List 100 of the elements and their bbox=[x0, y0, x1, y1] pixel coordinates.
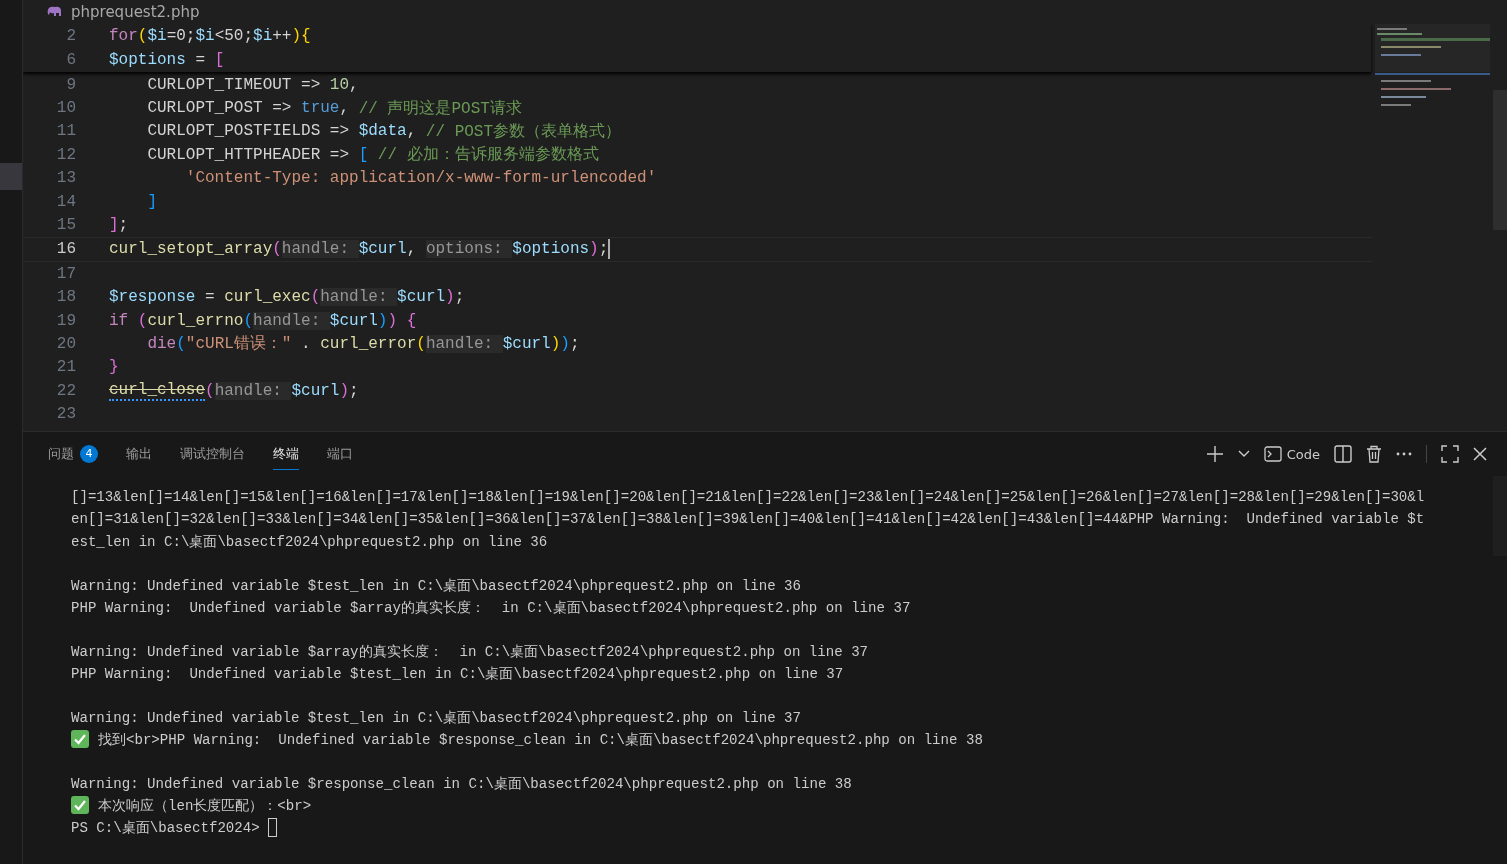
code-bracket: ) bbox=[550, 335, 561, 353]
panel-tab[interactable]: 问题 4 bbox=[48, 438, 98, 470]
code-bracket: ( bbox=[416, 335, 426, 353]
code-bracket: ( bbox=[310, 288, 321, 307]
line-number: 16 bbox=[55, 240, 76, 259]
line-number: 14 bbox=[55, 192, 76, 211]
code-bracket: ) bbox=[445, 288, 455, 307]
code-text: <50; bbox=[214, 27, 254, 45]
code-comment: // 声明这是POST请求 bbox=[358, 98, 522, 119]
line-number: 10 bbox=[55, 99, 76, 118]
terminal-button[interactable]: Code bbox=[1263, 446, 1320, 462]
panel-tab[interactable]: 终端 bbox=[273, 438, 299, 470]
code-text: , bbox=[406, 240, 418, 259]
parameter-hint: handle: bbox=[281, 240, 359, 259]
check-mark-icon bbox=[71, 730, 89, 748]
code-keyword: if bbox=[109, 311, 129, 330]
code-number: 10 bbox=[329, 75, 350, 94]
code-variable: $options bbox=[512, 240, 590, 259]
code-bracket: } bbox=[109, 358, 119, 377]
parameter-hint: handle: bbox=[320, 288, 398, 307]
split-icon[interactable] bbox=[1334, 445, 1352, 463]
panel-tab[interactable]: 端口 bbox=[327, 438, 353, 470]
code-bracket: ) bbox=[589, 240, 599, 259]
parameter-hint: handle: bbox=[214, 381, 292, 400]
file-name[interactable]: phprequest2.php bbox=[71, 3, 200, 21]
parameter-hint: handle: bbox=[425, 335, 503, 353]
line-number: 18 bbox=[55, 288, 76, 307]
code-bracket: ) bbox=[377, 311, 388, 330]
line-number: 11 bbox=[55, 122, 76, 141]
code-keyword: die bbox=[146, 335, 177, 353]
line-number: 20 bbox=[55, 335, 76, 353]
close-icon[interactable] bbox=[1473, 447, 1487, 461]
terminal-cursor bbox=[268, 817, 278, 837]
code-variable: $curl bbox=[329, 311, 378, 330]
terminal-output: PHP Warning: Undefined variable $array的真实长度： in C:\桌面\basectf2024\phprequest2.php on line 37 bbox=[71, 598, 911, 617]
code-function: curl_error bbox=[320, 335, 417, 353]
terminal-output: Warning: Undefined variable $response_clean in C:\桌面\basectf2024\phprequest2.php on line 38 bbox=[71, 774, 852, 793]
chevron-down-icon[interactable] bbox=[1237, 450, 1250, 458]
trash-icon[interactable] bbox=[1366, 445, 1382, 463]
code-text: ; bbox=[454, 288, 465, 307]
line-number: 21 bbox=[55, 358, 76, 377]
line-number: 22 bbox=[55, 381, 76, 400]
plus-icon[interactable] bbox=[1205, 445, 1224, 463]
code-keyword: for bbox=[109, 27, 138, 45]
code-variable: $data bbox=[358, 122, 407, 141]
code-bracket: ( bbox=[176, 335, 186, 353]
line-number: 6 bbox=[65, 51, 76, 69]
line-number: 13 bbox=[55, 169, 76, 188]
code-text: ; bbox=[118, 216, 129, 235]
terminal-prompt: PS C:\桌面\basectf2024> bbox=[71, 818, 261, 837]
text-cursor bbox=[608, 239, 611, 260]
code-variable: $curl bbox=[358, 240, 407, 259]
code-string: 'Content-Type: application/x-www-form-urlencoded' bbox=[184, 169, 657, 188]
code-variable: $i bbox=[195, 27, 215, 45]
terminal-output: Warning: Undefined variable $array的真实长度： in C:\桌面\basectf2024\phprequest2.php on line 37 bbox=[71, 642, 869, 661]
more-icon[interactable] bbox=[1396, 452, 1412, 456]
code-function: curl_setopt_array bbox=[109, 240, 273, 259]
code-variable: $i bbox=[147, 27, 167, 45]
line-number: 17 bbox=[55, 264, 76, 283]
code-text: ; bbox=[349, 381, 359, 400]
code-bracket: [ bbox=[214, 51, 225, 69]
code-comment: // 必加：告诉服务端参数格式 bbox=[376, 144, 599, 166]
code-bracket: ) bbox=[387, 311, 398, 330]
code-text: CURLOPT_HTTPHEADER => bbox=[146, 145, 351, 164]
terminal-output: []=13&len[]=14&len[]=15&len[]=16&len[]=17&len[]=18&len[]=19&len[]=20&len[]=21&len[]=22&len[]=23&len[]=24&len[]=25&len[]=26&len[]=27&len[]=28&len[]=29&len[]=30&l bbox=[71, 489, 1425, 505]
code-function: curl_close bbox=[109, 380, 205, 401]
terminal-output: PHP Warning: Undefined variable $test_len in C:\桌面\basectf2024\phprequest2.php on line 37 bbox=[71, 664, 844, 683]
code-bracket: ] bbox=[109, 216, 119, 235]
code-bracket: ){ bbox=[291, 27, 311, 45]
code-bracket: ) bbox=[339, 381, 350, 400]
code-variable: $curl bbox=[502, 335, 551, 353]
terminal-output: est_len in C:\桌面\basectf2024\phprequest2.php on line 36 bbox=[71, 532, 548, 551]
parameter-hint: handle: bbox=[253, 311, 330, 330]
code-keyword: true bbox=[301, 99, 340, 118]
terminal-output: Warning: Undefined variable $test_len in C:\桌面\basectf2024\phprequest2.php on line 36 bbox=[71, 576, 801, 595]
code-variable: $response bbox=[109, 288, 196, 307]
code-text: , bbox=[339, 99, 351, 118]
line-number: 9 bbox=[65, 75, 76, 94]
panel-tab[interactable]: 输出 bbox=[126, 438, 152, 470]
line-number: 15 bbox=[55, 216, 76, 235]
panel-tab[interactable]: 调试控制台 bbox=[180, 438, 245, 470]
line-number: 23 bbox=[55, 405, 76, 424]
code-function: curl_exec bbox=[224, 288, 311, 307]
line-number: 2 bbox=[65, 27, 76, 45]
code-variable: $options bbox=[109, 51, 186, 69]
elephant-icon bbox=[47, 6, 63, 18]
check-mark-icon bbox=[71, 796, 89, 814]
parameter-hint: options: bbox=[425, 240, 513, 259]
maximize-icon[interactable] bbox=[1441, 445, 1459, 463]
code-text: ++ bbox=[272, 27, 292, 45]
code-bracket: ( bbox=[137, 27, 148, 45]
code-string: "cURL错误：" bbox=[185, 334, 292, 355]
code-text: , bbox=[349, 75, 359, 94]
terminal-output: en[]=31&len[]=32&len[]=33&len[]=34&len[]=35&len[]=36&len[]=37&len[]=38&len[]=39&len[]=40&len[]=41&len[]=42&len[]=43&len[]=44&PHP Warning: Undefined variable $t bbox=[71, 511, 1425, 527]
code-bracket: [ bbox=[358, 145, 369, 164]
code-text: = bbox=[204, 288, 216, 307]
code-bracket: ( bbox=[243, 311, 254, 330]
code-bracket: ) bbox=[560, 335, 570, 353]
code-text: , bbox=[406, 122, 418, 141]
code-variable: $i bbox=[253, 27, 273, 45]
